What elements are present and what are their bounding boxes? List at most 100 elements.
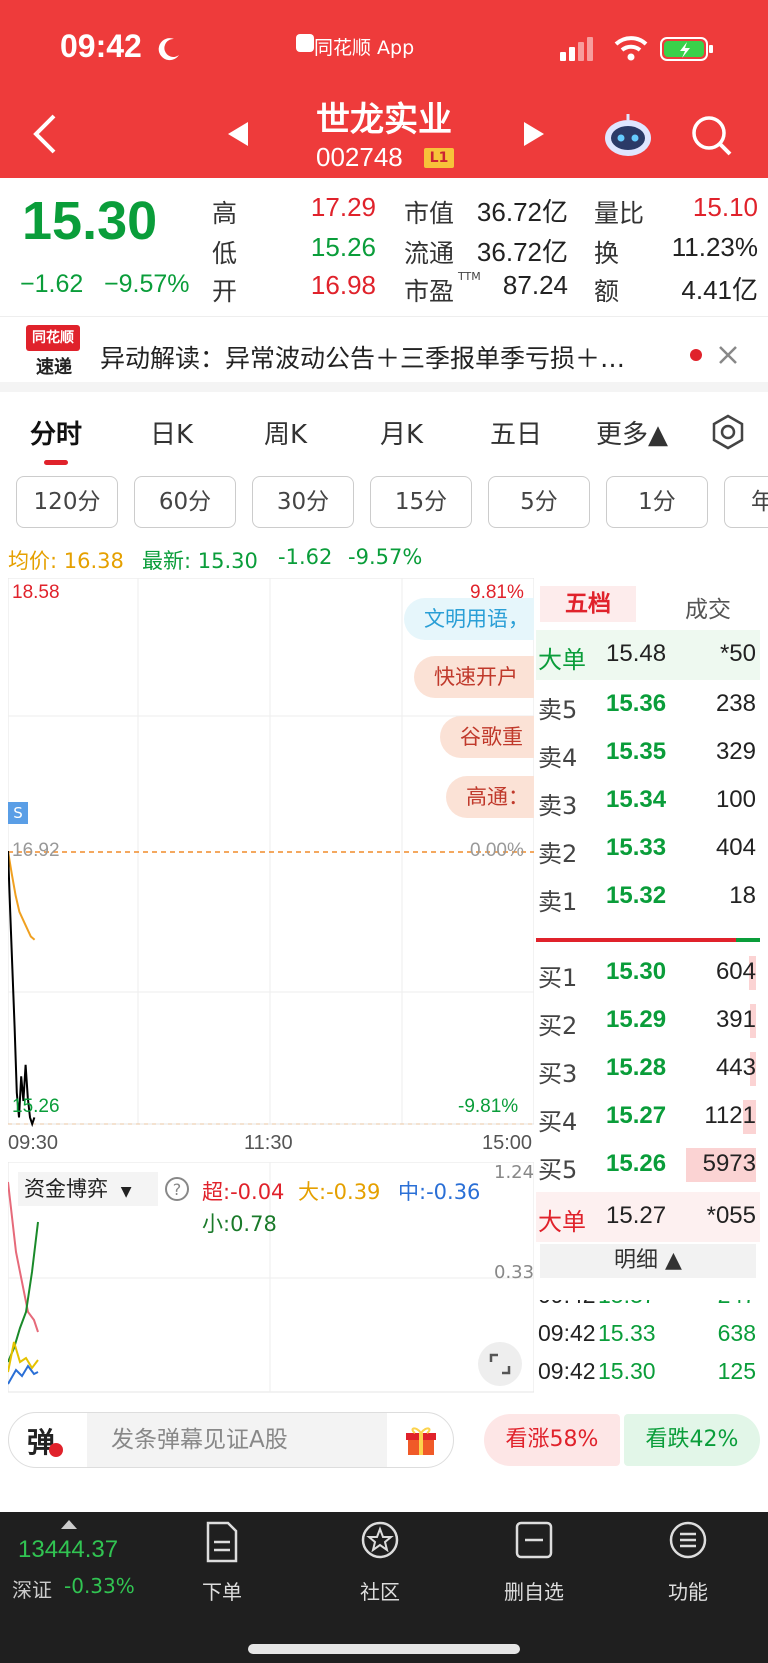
document-icon <box>206 1521 238 1563</box>
x-label-end: 15:00 <box>482 1132 533 1154</box>
bid-label: 买3 <box>538 1060 578 1088</box>
ask-volume: 18 <box>729 882 756 909</box>
caret-up-icon[interactable] <box>60 1518 78 1530</box>
pct-label-low: -9.81% <box>458 1096 519 1117</box>
gift-icon[interactable] <box>405 1425 437 1457</box>
news-unread-dot <box>690 349 702 361</box>
tab-more[interactable]: 更多▲ <box>596 414 668 451</box>
ask-volume: 404 <box>715 834 756 861</box>
avg-price-line <box>8 850 36 941</box>
bid-row[interactable]: 买1 15.30 604 <box>536 948 760 998</box>
news-text[interactable]: 异动解读：异常波动公告＋三季报单季亏损＋… <box>100 339 625 375</box>
big-order-buy-row: 大单 15.27 *055 <box>536 1192 760 1242</box>
news-banner[interactable]: 同花顺 速递 异动解读：异常波动公告＋三季报单季亏损＋… <box>0 316 768 392</box>
ask-label: 卖1 <box>538 888 578 916</box>
moon-icon <box>158 38 179 61</box>
tab-underline <box>44 460 68 465</box>
latest-price-label: 最新: 15.30 <box>142 549 258 573</box>
next-stock-icon[interactable] <box>522 120 546 148</box>
pct-label-mid: 0.00% <box>470 840 524 861</box>
tab-five-day[interactable]: 五日 <box>490 414 542 451</box>
trade-time: 09:42 <box>538 1320 596 1346</box>
bid-row[interactable]: 买5 15.26 5973 <box>536 1140 760 1190</box>
tab-community-label: 社区 <box>360 1580 400 1604</box>
flow-y-mid: 0.33 <box>494 1262 535 1283</box>
robot-assistant-icon[interactable] <box>602 108 654 160</box>
search-icon[interactable] <box>690 114 734 158</box>
ask-label: 卖3 <box>538 792 578 820</box>
danmu-input[interactable]: 发条弹幕见证A股 <box>87 1413 387 1467</box>
tab-functions-label: 功能 <box>668 1580 708 1604</box>
low-value: 15.26 <box>310 232 376 262</box>
expand-button[interactable] <box>478 1342 522 1386</box>
intraday-chart[interactable]: 18.58 16.92 15.26 9.81% 0.00% -9.81% S 文… <box>8 578 534 1154</box>
volume-ratio-value: 15.10 <box>692 192 758 222</box>
danmu-bar[interactable]: 弹 发条弹幕见证A股 <box>8 1412 454 1468</box>
flow-y-top: 1.24 <box>494 1162 535 1183</box>
bid-volume: 5973 <box>702 1150 756 1177</box>
flow-dropdown[interactable]: 资金博弈 ▼ <box>18 1172 158 1206</box>
trade-volume: 638 <box>717 1320 756 1346</box>
close-icon[interactable] <box>718 345 738 365</box>
bid-row[interactable]: 买4 15.27 1121 <box>536 1092 760 1142</box>
danmu-bubble[interactable]: 高通： <box>446 776 534 818</box>
trade-time: 09:42 <box>538 1282 596 1308</box>
index-pct: -0.33% <box>64 1574 135 1598</box>
svg-text:?: ? <box>173 1180 182 1199</box>
expand-icon <box>489 1353 511 1375</box>
x-label-start: 09:30 <box>8 1132 59 1154</box>
trade-time: 09:42 <box>538 1358 596 1384</box>
trade-volume: 247 <box>717 1282 756 1308</box>
ask-row[interactable]: 卖3 15.34 100 <box>536 776 760 826</box>
y-label-mid: 16.92 <box>12 840 60 861</box>
y-label-low: 15.26 <box>12 1096 60 1117</box>
ask-row[interactable]: 卖4 15.35 329 <box>536 728 760 778</box>
danmu-bubble[interactable]: 谷歌重 <box>440 716 534 758</box>
ask-price: 15.32 <box>606 882 667 909</box>
danmu-bubble[interactable]: 快速开户 <box>414 656 534 698</box>
ask-row[interactable]: 卖1 15.32 18 <box>536 872 760 922</box>
danmu-bubble[interactable]: 文明用语， <box>404 598 534 640</box>
bid-row[interactable]: 买3 15.28 443 <box>536 1044 760 1094</box>
trade-price: 15.33 <box>598 1320 656 1346</box>
capital-flow-panel[interactable]: 资金博弈 ▼ ? 超:-0.04 大:-0.39 中:-0.36 小:0.78 … <box>8 1162 534 1394</box>
ask-row[interactable]: 卖5 15.36 238 <box>536 680 760 730</box>
index-name: 深证 <box>12 1578 52 1602</box>
avg-price-label: 均价: 16.38 <box>8 549 124 573</box>
flow-large: 大:-0.39 <box>298 1180 381 1204</box>
community-star-icon <box>361 1521 399 1559</box>
interval-year[interactable]: 年 <box>724 476 768 528</box>
settings-icon[interactable] <box>710 414 746 450</box>
bull-vote-button[interactable]: 看涨58% <box>484 1414 620 1466</box>
tab-week-k[interactable]: 周K <box>264 414 307 451</box>
ask-price: 15.33 <box>606 834 667 861</box>
help-icon[interactable]: ? <box>164 1176 190 1202</box>
index-value[interactable]: 13444.37 <box>18 1536 118 1564</box>
tab-month-k[interactable]: 月K <box>380 414 423 451</box>
pe-label: 市盈 <box>404 277 455 306</box>
tab-intraday[interactable]: 分时 <box>30 414 82 451</box>
interval-60[interactable]: 60分 <box>134 476 236 528</box>
ask-row[interactable]: 卖2 15.33 404 <box>536 824 760 874</box>
ask-price: 15.34 <box>606 786 667 813</box>
high-label: 高 <box>212 199 238 228</box>
bid-row[interactable]: 买2 15.29 391 <box>536 996 760 1046</box>
tab-trades[interactable]: 成交 <box>660 590 756 624</box>
news-logo-top: 同花顺 <box>26 325 80 351</box>
level-badge: L1 <box>424 148 454 168</box>
interval-15[interactable]: 15分 <box>370 476 472 528</box>
high-value: 17.29 <box>310 192 376 222</box>
tab-day-k[interactable]: 日K <box>150 414 193 451</box>
mcap-label: 市值 <box>404 199 455 228</box>
tab-remove-watchlist-label: 删自选 <box>504 1580 564 1604</box>
detail-toggle[interactable]: 明细 ▲ <box>540 1244 756 1278</box>
interval-120[interactable]: 120分 <box>16 476 118 528</box>
tab-five-level[interactable]: 五档 <box>540 586 636 622</box>
signal-marker[interactable]: S <box>8 802 28 824</box>
interval-5[interactable]: 5分 <box>488 476 590 528</box>
price-change: −1.62 <box>20 270 84 298</box>
app-header: 09:42 同花顺 App 世龙实业 002748 L1 <box>0 0 768 178</box>
interval-30[interactable]: 30分 <box>252 476 354 528</box>
bear-vote-button[interactable]: 看跌42% <box>624 1414 760 1466</box>
interval-1[interactable]: 1分 <box>606 476 708 528</box>
